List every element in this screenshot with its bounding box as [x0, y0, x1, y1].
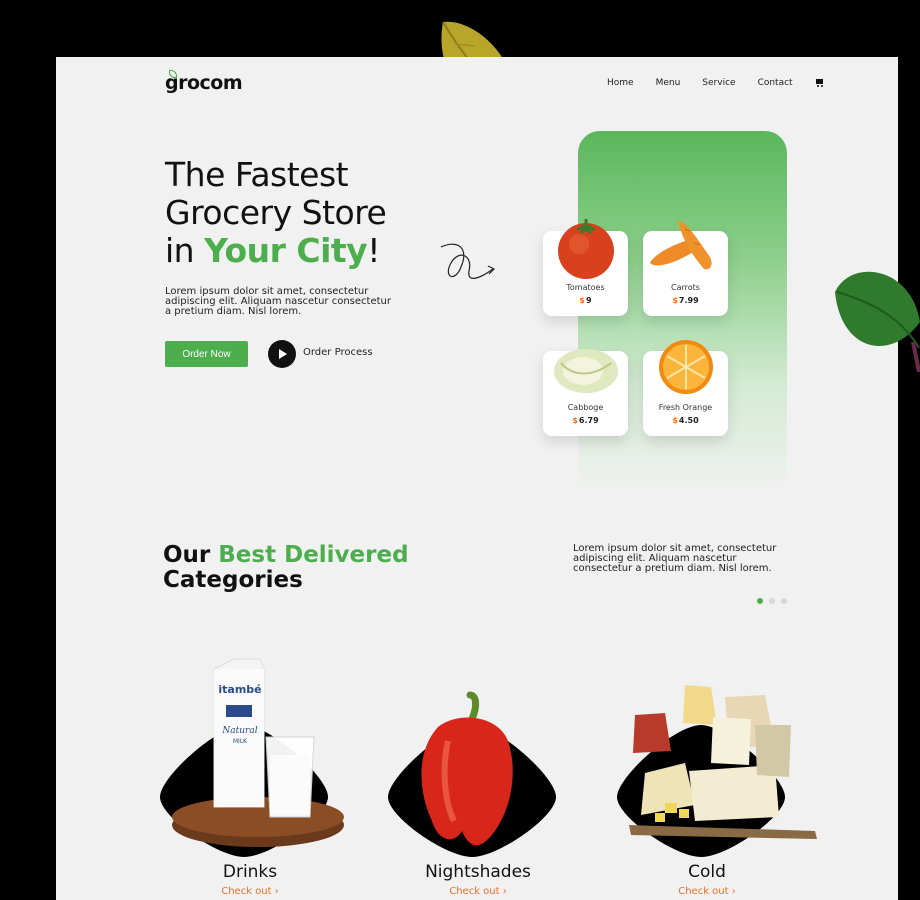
product-card-carrots[interactable]: Carrots $7.99: [643, 221, 728, 316]
price-value: 9: [586, 296, 592, 305]
logo[interactable]: grocom: [165, 72, 243, 94]
product-name: Fresh Orange: [658, 403, 713, 412]
top-nav: Home Menu Service Contact: [607, 78, 826, 88]
hero-title: The Fastest Grocery Store in Your City!: [165, 155, 387, 270]
nav-menu[interactable]: Menu: [656, 78, 681, 88]
chevron-right-icon: ›: [274, 886, 279, 897]
order-process-link[interactable]: Order Process: [303, 347, 373, 358]
carousel-dot[interactable]: [757, 598, 763, 604]
product-name: Carrots: [671, 283, 700, 292]
check-out-link[interactable]: Check out ›: [388, 886, 568, 897]
carousel-dot[interactable]: [769, 598, 775, 604]
categories-description: Lorem ipsum dolor sit amet, consectetur …: [573, 543, 777, 574]
category-nightshades[interactable]: Nightshades Check out ›: [388, 657, 568, 900]
product-card-orange[interactable]: Fresh Orange $4.50: [643, 340, 728, 436]
hero-title-line1: The Fastest: [165, 155, 349, 194]
price-value: 6.79: [578, 416, 599, 425]
categories-title-line2: Categories: [163, 567, 303, 593]
check-out-link[interactable]: Check out ›: [160, 886, 340, 897]
category-cold[interactable]: Cold Check out ›: [617, 657, 817, 900]
chevron-right-icon: ›: [731, 886, 736, 897]
squiggle-arrow-icon: [440, 243, 496, 279]
milk-brand-text: itambé: [218, 683, 261, 696]
cabbage-icon: [553, 349, 618, 393]
milk-image: itambé Natural MILK: [172, 658, 344, 847]
milk-label-line2: MILK: [233, 738, 248, 745]
product-price: $6.79: [543, 416, 628, 425]
hero-title-prefix: in: [165, 231, 205, 270]
hero-title-highlight: Your City: [204, 231, 368, 270]
categories-title-highlight: Best Delivered: [218, 542, 409, 568]
product-price: $7.99: [643, 296, 728, 305]
categories-title-prefix: Our: [163, 542, 219, 568]
check-out-label: Check out: [678, 886, 729, 897]
categories-title: Our Best Delivered Categories: [163, 543, 409, 593]
hero-description: Lorem ipsum dolor sit amet, consectetur …: [165, 286, 391, 317]
landing-page: grocom Home Menu Service Contact The Fas…: [56, 57, 898, 900]
cheese-image: [629, 685, 817, 839]
nav-contact[interactable]: Contact: [758, 78, 793, 88]
carousel-dot[interactable]: [781, 598, 787, 604]
price-value: 4.50: [678, 416, 699, 425]
orange-icon: [658, 340, 713, 394]
tomato-icon: [557, 219, 614, 279]
price-currency: $: [672, 296, 678, 305]
cart-icon[interactable]: [815, 78, 826, 88]
category-name: Cold: [688, 862, 726, 882]
product-card-tomatoes[interactable]: Tomatoes $9: [543, 219, 628, 316]
price-value: 7.99: [678, 296, 699, 305]
price-currency: $: [572, 416, 578, 425]
product-name: Cabboge: [567, 403, 604, 412]
check-out-link[interactable]: Check out ›: [617, 886, 797, 897]
carousel-dots: [757, 598, 787, 604]
price-currency: $: [672, 416, 678, 425]
hero-title-line2: Grocery Store: [165, 193, 387, 232]
category-name: Drinks: [222, 862, 278, 882]
category-drinks[interactable]: itambé Natural MILK Drinks Check out ›: [160, 657, 344, 900]
nav-service[interactable]: Service: [702, 78, 735, 88]
hero-title-suffix: !: [367, 231, 380, 270]
carrot-icon: [649, 221, 712, 270]
chevron-right-icon: ›: [502, 886, 507, 897]
check-out-label: Check out: [221, 886, 272, 897]
pepper-image: [421, 691, 513, 846]
price-currency: $: [579, 296, 585, 305]
product-name: Tomatoes: [566, 283, 605, 292]
product-price: $9: [543, 296, 628, 305]
milk-label-line1: Natural: [221, 726, 257, 736]
product-card-cabbage[interactable]: Cabboge $6.79: [543, 349, 628, 436]
order-now-button[interactable]: Order Now: [165, 341, 248, 367]
check-out-label: Check out: [449, 886, 500, 897]
basil-leaf-decoration: [835, 271, 920, 372]
play-icon[interactable]: [268, 340, 296, 368]
category-name: Nightshades: [425, 862, 531, 882]
product-price: $4.50: [643, 416, 728, 425]
nav-home[interactable]: Home: [607, 78, 634, 88]
